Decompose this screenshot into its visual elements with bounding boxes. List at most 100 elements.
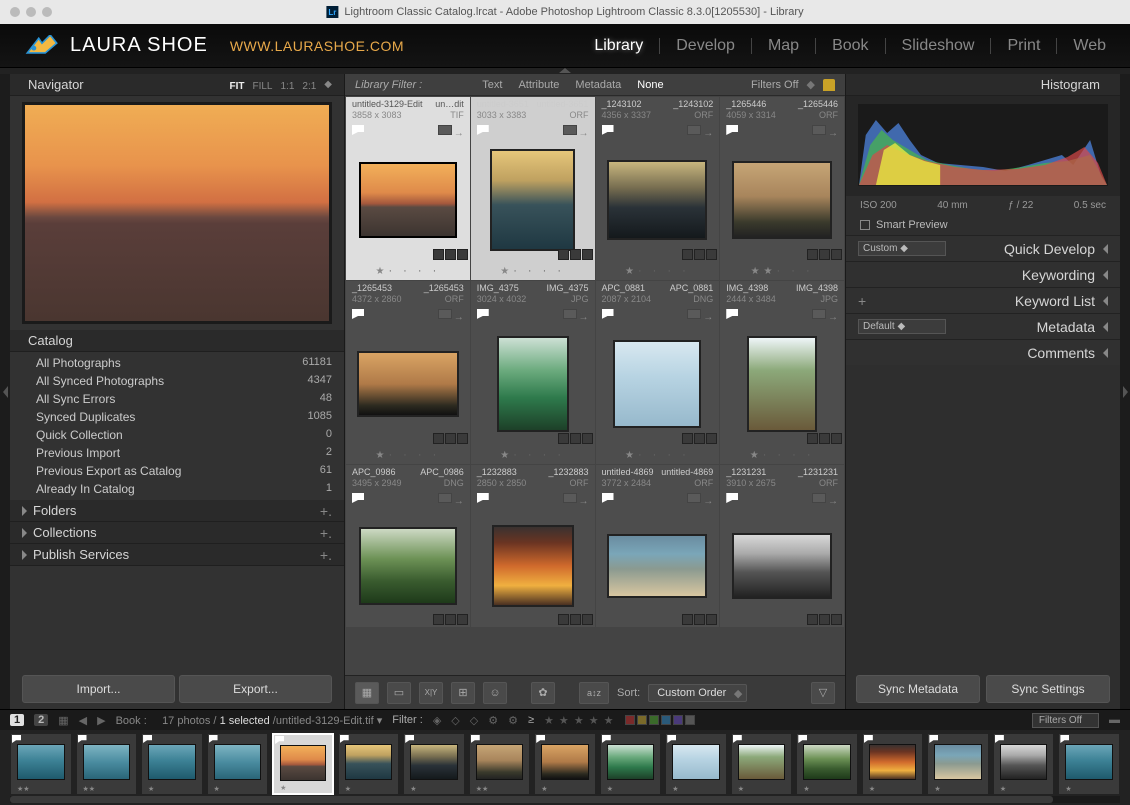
rating[interactable]: ★★ · · · xyxy=(720,262,844,280)
zoom-2-1[interactable]: 2:1 xyxy=(302,81,316,92)
color-label-chip[interactable] xyxy=(625,715,635,725)
fs-flag-icon[interactable] xyxy=(667,735,676,743)
filter-lock-icon[interactable] xyxy=(823,79,835,91)
module-develop[interactable]: Develop xyxy=(676,37,735,55)
module-print[interactable]: Print xyxy=(1007,37,1040,55)
grid-tiny-icon[interactable]: ▦ xyxy=(58,714,68,727)
metadata-preset[interactable]: Default ◆ xyxy=(858,319,946,334)
filmstrip-cell[interactable]: ★ xyxy=(862,733,924,795)
flag-icon[interactable] xyxy=(602,125,614,135)
thumbnail[interactable] xyxy=(732,161,832,239)
filmstrip-cell[interactable]: ★ xyxy=(534,733,596,795)
fs-thumbnail[interactable] xyxy=(17,744,65,780)
filter-none[interactable]: None xyxy=(637,79,663,91)
fs-thumbnail[interactable] xyxy=(1000,744,1048,780)
metadata-title[interactable]: Metadata xyxy=(1037,319,1095,335)
fs-thumbnail[interactable] xyxy=(280,745,326,781)
publish-header[interactable]: Publish Services +. xyxy=(10,544,344,566)
thumbnail[interactable] xyxy=(359,162,457,238)
traffic-min[interactable] xyxy=(26,7,36,17)
rating[interactable]: ★ · · · · xyxy=(471,446,595,464)
thumbnail[interactable] xyxy=(490,149,575,251)
grid-view-button[interactable]: ▦ xyxy=(355,682,379,704)
filter-dropdown-icon[interactable]: ◆ xyxy=(807,78,815,91)
thumb-badge[interactable] xyxy=(563,309,577,319)
filmstrip-cell[interactable]: ★ xyxy=(796,733,858,795)
rating[interactable]: ★ · · · · xyxy=(596,446,720,464)
filmstrip-cell[interactable]: ★ xyxy=(1058,733,1120,795)
collapse-left[interactable] xyxy=(0,74,10,709)
nav-back-icon[interactable]: ◀ xyxy=(79,714,87,727)
fs-thumbnail[interactable] xyxy=(83,744,131,780)
fs-markers-icon[interactable]: ▬ xyxy=(1109,714,1120,726)
catalog-header[interactable]: Catalog xyxy=(10,330,344,352)
filter-metadata[interactable]: Metadata xyxy=(575,79,621,91)
folders-header[interactable]: Folders +. xyxy=(10,500,344,522)
filter-settings2-icon[interactable]: ⚙ xyxy=(508,714,518,727)
catalog-item[interactable]: All Sync Errors48 xyxy=(10,390,344,408)
module-slideshow[interactable]: Slideshow xyxy=(902,37,975,55)
rating[interactable]: ★ · · · · xyxy=(596,262,720,280)
zoom-menu-icon[interactable]: ◆ xyxy=(324,79,332,90)
fs-flag-icon[interactable] xyxy=(12,735,21,743)
flag-icon[interactable] xyxy=(477,125,489,135)
fs-flag-icon[interactable] xyxy=(864,735,873,743)
thumb-badge[interactable] xyxy=(687,125,701,135)
folders-add-icon[interactable]: +. xyxy=(320,503,332,519)
survey-view-button[interactable]: ⊞ xyxy=(451,682,475,704)
quick-develop-preset[interactable]: Custom ◆ xyxy=(858,241,946,256)
navigator-header[interactable]: Navigator FITFILL1:12:1 ◆ xyxy=(10,74,344,96)
fs-flag-icon[interactable] xyxy=(995,735,1004,743)
fs-flag-icon[interactable] xyxy=(275,736,284,744)
thumbnail[interactable] xyxy=(613,340,701,428)
import-button[interactable]: Import... xyxy=(22,675,175,703)
color-label-chip[interactable] xyxy=(649,715,659,725)
fs-thumbnail[interactable] xyxy=(1065,744,1113,780)
flag-icon[interactable] xyxy=(352,125,364,135)
thumb-badge[interactable] xyxy=(812,125,826,135)
rating-filter[interactable]: ★ ★ ★ ★ ★ xyxy=(544,714,615,727)
stack-icon[interactable] xyxy=(454,493,464,503)
comments-header[interactable]: Comments xyxy=(846,339,1120,365)
histogram-graph[interactable] xyxy=(858,104,1108,186)
thumbnail[interactable] xyxy=(747,336,817,432)
monitor-2-button[interactable]: 2 xyxy=(34,714,48,726)
source-path[interactable]: Book : 17 photos / 1 selected /untitled-… xyxy=(116,714,383,727)
thumbnail[interactable] xyxy=(492,525,574,607)
module-library[interactable]: Library xyxy=(594,37,643,55)
fs-thumbnail[interactable] xyxy=(803,744,851,780)
flag-icon[interactable] xyxy=(352,493,364,503)
fs-thumbnail[interactable] xyxy=(541,744,589,780)
thumb-badge[interactable] xyxy=(687,493,701,503)
grid-cell[interactable]: _1232883_12328832850 x 2850ORF xyxy=(471,465,595,627)
filmstrip-cell[interactable]: ★ xyxy=(141,733,203,795)
grid-cell[interactable]: _1265446_12654464059 x 3314ORF★★ · · · xyxy=(720,97,844,280)
catalog-item[interactable]: Synced Duplicates1085 xyxy=(10,408,344,426)
rating-comparator[interactable]: ≥ xyxy=(528,714,534,726)
collapse-right[interactable] xyxy=(1120,74,1130,709)
thumb-badge[interactable] xyxy=(687,309,701,319)
filter-text[interactable]: Text xyxy=(482,79,502,91)
color-label-chip[interactable] xyxy=(685,715,695,725)
compare-view-button[interactable]: X|Y xyxy=(419,682,443,704)
fs-thumbnail[interactable] xyxy=(148,744,196,780)
thumbnail[interactable] xyxy=(607,534,707,598)
fs-flag-icon[interactable] xyxy=(405,735,414,743)
filmstrip-cell[interactable]: ★ xyxy=(665,733,727,795)
stack-icon[interactable] xyxy=(579,493,589,503)
catalog-item[interactable]: All Photographs61181 xyxy=(10,354,344,372)
fs-filters-dropdown[interactable]: Filters Off xyxy=(1032,713,1099,728)
catalog-item[interactable]: Quick Collection0 xyxy=(10,426,344,444)
stack-icon[interactable] xyxy=(828,493,838,503)
filmstrip-cell[interactable]: ★ xyxy=(272,733,334,795)
export-button[interactable]: Export... xyxy=(179,675,332,703)
fs-flag-icon[interactable] xyxy=(340,735,349,743)
thumbnail[interactable] xyxy=(359,527,457,605)
flag-rejected-filter-icon[interactable]: ◇ xyxy=(470,714,478,727)
catalog-item[interactable]: All Synced Photographs4347 xyxy=(10,372,344,390)
grid-cell[interactable]: APC_0986APC_09863495 x 2949DNG xyxy=(346,465,470,627)
fs-thumbnail[interactable] xyxy=(869,744,917,780)
grid-cell[interactable]: IMG_4398IMG_43982444 x 3484JPG★ · · · · xyxy=(720,281,844,464)
keywording-header[interactable]: Keywording xyxy=(846,261,1120,287)
thumbnail[interactable] xyxy=(732,533,832,599)
